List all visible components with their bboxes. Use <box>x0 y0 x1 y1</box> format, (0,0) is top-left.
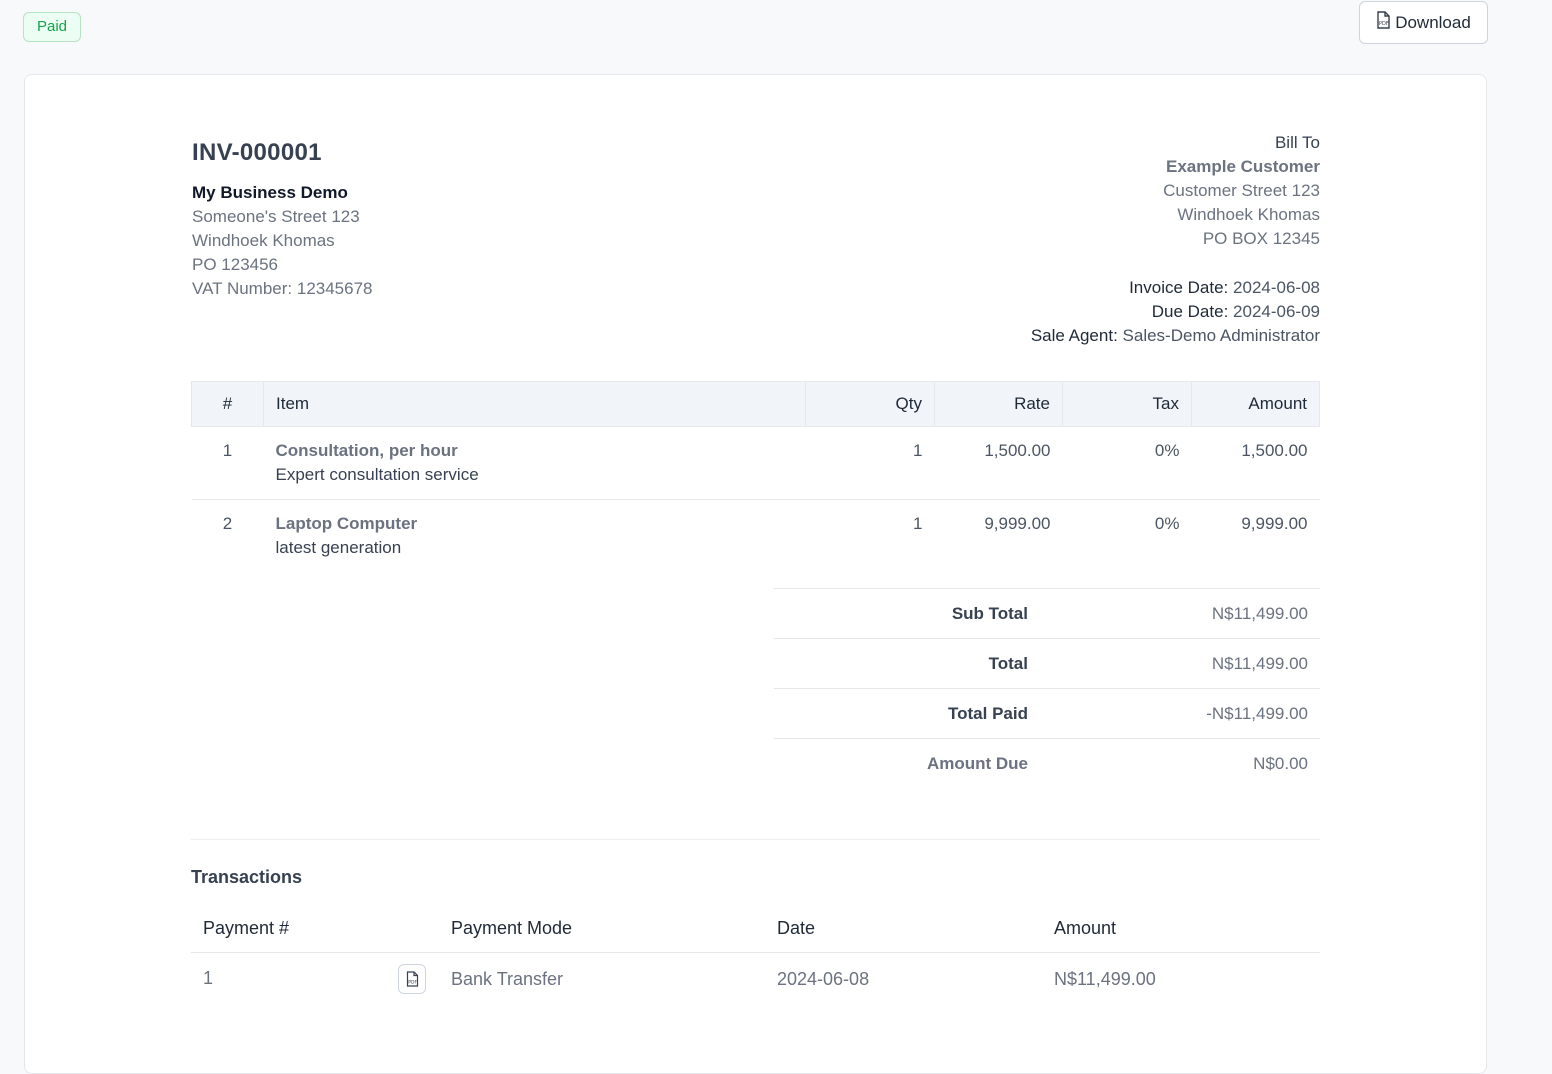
payment-num: 1 <box>203 967 214 988</box>
col-header-tax: Tax <box>1062 381 1192 427</box>
payment-num-cell: 1 PDF <box>191 953 439 1006</box>
transactions-header-row: Payment # Payment Mode Date Amount <box>191 905 1320 953</box>
item-name: Laptop Computer <box>275 514 418 533</box>
payment-amount: N$11,499.00 <box>1054 968 1156 989</box>
item-cell: Consultation, per hour Expert consultati… <box>263 426 806 500</box>
col-header-num: # <box>191 381 264 427</box>
table-row: 1 PDF Bank Transfer 2024-06-08 N$11,499.… <box>191 953 1320 1006</box>
invoice-number: INV-000001 <box>192 139 322 166</box>
seller-city: Windhoek Khomas <box>192 231 335 250</box>
item-qty: 1 <box>913 514 923 533</box>
item-amount: 9,999.00 <box>1241 514 1308 533</box>
customer-po: PO BOX 12345 <box>1202 229 1320 248</box>
subtotal-label: Sub Total <box>951 603 1028 623</box>
item-tax: 0% <box>1062 426 1192 500</box>
transactions-table: Payment # Payment Mode Date Amount 1 PDF <box>191 905 1320 1005</box>
col-header-date: Date <box>765 905 1042 953</box>
item-desc: latest generation <box>275 538 402 557</box>
total-row: Total N$11,499.00 <box>774 638 1320 688</box>
total-paid-value: -N$11,499.00 <box>1206 703 1308 723</box>
seller-name: My Business Demo <box>192 183 348 202</box>
sale-agent: Sale Agent: Sales-Demo Administrator <box>1030 326 1320 345</box>
items-header-row: # Item Qty Rate Tax Amount <box>191 381 1320 427</box>
col-header-qty: Qty <box>805 381 935 427</box>
subtotal-value: N$11,499.00 <box>1211 603 1308 623</box>
total-value: N$11,499.00 <box>1211 653 1308 673</box>
item-num: 2 <box>222 514 233 533</box>
status-badge: Paid <box>23 12 82 42</box>
col-header-rate: Rate <box>934 381 1063 427</box>
section-divider <box>191 839 1320 840</box>
item-rate: 9,999.00 <box>984 514 1051 533</box>
item-cell: Laptop Computer latest generation <box>264 500 806 573</box>
item-desc: Expert consultation service <box>275 465 479 484</box>
payment-date: 2024-06-08 <box>777 968 870 989</box>
amount-due-value: N$0.00 <box>1253 753 1308 773</box>
customer-city: Windhoek Khomas <box>1177 205 1320 224</box>
items-table: # Item Qty Rate Tax Amount 1 Consultatio… <box>191 381 1320 572</box>
col-header-payment-mode: Payment Mode <box>439 905 765 953</box>
due-date: Due Date: 2024-06-09 <box>1151 302 1320 321</box>
col-header-item: Item <box>263 381 806 427</box>
bill-to-label: Bill To <box>1274 133 1320 152</box>
seller-vat: VAT Number: 12345678 <box>192 279 373 298</box>
download-button[interactable]: PDF Download <box>1359 1 1488 44</box>
subtotal-row: Sub Total N$11,499.00 <box>774 588 1320 638</box>
item-qty: 1 <box>805 426 935 500</box>
bill-to-address: Bill To Example Customer Customer Street… <box>1163 131 1320 251</box>
customer-street: Customer Street 123 <box>1163 181 1320 200</box>
table-row: 2 Laptop Computer latest generation 1 9,… <box>192 500 1320 573</box>
total-label: Total <box>988 653 1028 673</box>
pdf-file-icon: PDF <box>406 971 418 987</box>
seller-street: Someone's Street 123 <box>192 207 360 226</box>
table-row: 1 Consultation, per hour Expert consulta… <box>191 426 1320 500</box>
total-paid-label: Total Paid <box>948 703 1028 723</box>
amount-due-row: Amount Due N$0.00 <box>774 738 1320 788</box>
seller-address: My Business Demo Someone's Street 123 Wi… <box>192 181 373 301</box>
payment-pdf-button[interactable]: PDF <box>398 964 427 994</box>
total-paid-row: Total Paid -N$11,499.00 <box>774 688 1320 738</box>
item-num: 1 <box>191 426 264 500</box>
customer-name: Example Customer <box>1166 157 1320 176</box>
item-rate: 1,500.00 <box>934 426 1063 500</box>
transactions-title: Transactions <box>191 867 303 887</box>
seller-po: PO 123456 <box>192 255 279 274</box>
item-amount: 1,500.00 <box>1191 426 1320 500</box>
payment-mode: Bank Transfer <box>451 968 564 989</box>
invoice-meta: Invoice Date: 2024-06-08 Due Date: 2024-… <box>1031 276 1320 348</box>
download-label: Download <box>1395 12 1471 32</box>
pdf-file-icon: PDF <box>1376 11 1391 34</box>
invoice-card: INV-000001 My Business Demo Someone's St… <box>24 74 1487 1074</box>
item-name: Consultation, per hour <box>275 441 458 460</box>
item-tax: 0% <box>1154 514 1180 533</box>
invoice-date: Invoice Date: 2024-06-08 <box>1129 278 1320 297</box>
col-header-amount: Amount <box>1191 381 1320 427</box>
svg-text:PDF: PDF <box>1379 21 1389 27</box>
col-header-payment-num: Payment # <box>191 905 439 953</box>
totals-block: Sub Total N$11,499.00 Total N$11,499.00 … <box>774 588 1320 788</box>
svg-text:PDF: PDF <box>408 980 417 986</box>
col-header-amount: Amount <box>1042 905 1320 953</box>
amount-due-label: Amount Due <box>926 753 1028 773</box>
